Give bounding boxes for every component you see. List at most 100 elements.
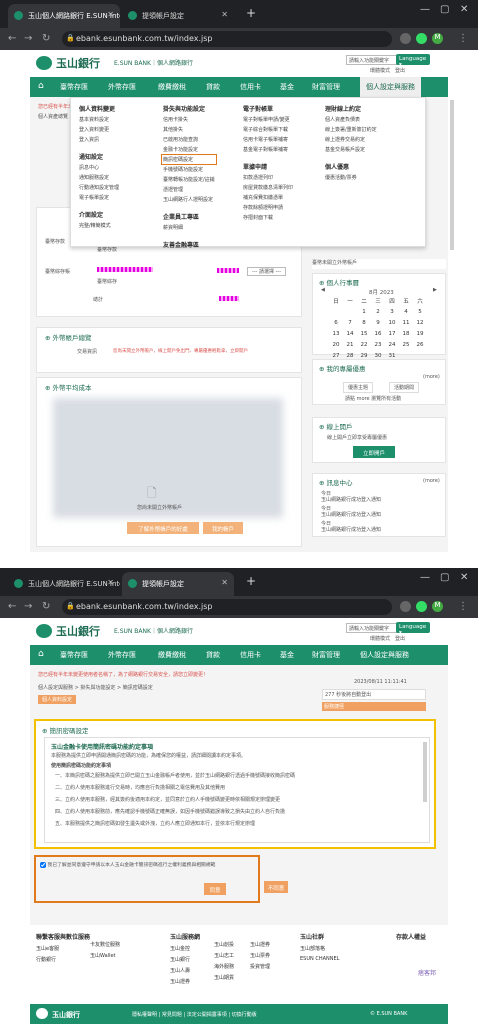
calendar-day[interactable]: 10 — [385, 317, 399, 328]
menu-item[interactable]: 信用卡掛失 — [163, 116, 215, 123]
menu-item[interactable]: 優惠活動/票券 — [325, 174, 377, 181]
footer-link[interactable]: 玉山志工 — [214, 952, 234, 959]
close-tab-icon[interactable]: ✕ — [221, 578, 228, 587]
footer-link[interactable]: 玉山部落格 — [300, 945, 339, 952]
footer-link[interactable]: 玉山票券 — [250, 952, 270, 959]
forex-warning[interactable]: 您尚未開立外幣帳戶，線上開戶免出門、專屬優惠輕鬆拿，立即開戶 — [113, 348, 248, 354]
profile-avatar[interactable]: M — [432, 33, 443, 44]
nav-fx[interactable]: 外幣存匯 — [108, 82, 136, 92]
logout-link[interactable]: 登出 — [395, 68, 405, 74]
nav-card[interactable]: 信用卡 — [240, 650, 261, 660]
terms-box[interactable]: 玉山金融卡使用簡訊密碼功能約定事項 本服務為提供立即申請開通簡訊密碼的功能，為確… — [44, 737, 430, 843]
browser-tab-active[interactable]: 提領帳戶設定 ✕ — [122, 572, 234, 596]
footer-link[interactable]: 行動銀行 — [36, 956, 90, 963]
browser-tab-active[interactable]: 玉山個人網路銀行 E.SUN Intern✕ — [8, 4, 120, 28]
menu-item[interactable]: 登入資訊 — [79, 136, 119, 143]
menu-item[interactable]: 存款餘額證明申請 — [243, 204, 293, 211]
calendar-day[interactable]: 14 — [343, 328, 357, 339]
mode-link[interactable]: 環體模式 — [370, 636, 390, 642]
calendar-day[interactable]: 3 — [385, 306, 399, 317]
menu-item[interactable]: 憑證管理 — [163, 186, 215, 193]
action-select[interactable]: --- 請選擇 --- — [247, 267, 287, 276]
nav-settings[interactable]: 個人設定與服務 — [360, 650, 409, 660]
extension-icon[interactable] — [400, 33, 411, 44]
footer-link[interactable]: 投資管理 — [250, 963, 270, 970]
footer-link[interactable]: 玉山人壽 — [170, 967, 200, 974]
calendar-day[interactable]: 15 — [357, 328, 371, 339]
nav-fund[interactable]: 基金 — [280, 650, 294, 660]
footer-link[interactable]: 玉山證券 — [170, 978, 200, 985]
calendar-day[interactable]: 11 — [399, 317, 413, 328]
calendar-day[interactable]: 18 — [399, 328, 413, 339]
reload-icon[interactable]: ↻ — [42, 601, 50, 612]
menu-item[interactable]: 手機號碼功能設定 — [163, 166, 215, 173]
menu-icon[interactable]: ⋮ — [458, 33, 468, 44]
menu-item[interactable]: 已啟用功能查詢 — [163, 136, 215, 143]
forward-icon[interactable]: → — [24, 601, 32, 612]
menu-item[interactable]: 電子帳單設定 — [79, 194, 119, 201]
new-tab-icon[interactable]: + — [246, 6, 256, 20]
footer-link[interactable]: 玉山Wallet — [90, 952, 120, 959]
menu-item[interactable]: 線上證券交易約定 — [325, 136, 377, 143]
back-icon[interactable]: ← — [8, 601, 16, 612]
calendar-day[interactable]: 21 — [343, 339, 357, 350]
quick-links-select[interactable]: 服務捷徑 — [322, 702, 426, 711]
footer-link[interactable]: 玉山銀行 — [170, 956, 200, 963]
menu-item[interactable]: 基金交易帳戶設定 — [325, 146, 377, 153]
agree-checkbox[interactable] — [40, 861, 46, 868]
forward-icon[interactable]: → — [24, 33, 32, 44]
calendar-day[interactable]: 17 — [385, 328, 399, 339]
calendar-day[interactable]: 16 — [371, 328, 385, 339]
logout-link[interactable]: 登出 — [395, 636, 405, 642]
calendar-day[interactable]: 8 — [357, 317, 371, 328]
menu-item[interactable]: 補充保費扣繳憑單 — [243, 194, 293, 201]
close-tab-icon[interactable]: ✕ — [107, 578, 114, 587]
new-tab-icon[interactable]: + — [246, 574, 256, 588]
calendar-day[interactable]: 22 — [357, 339, 371, 350]
terms-scrollbar[interactable] — [423, 742, 427, 802]
maximize-icon[interactable]: ▢ — [440, 4, 449, 15]
menu-item[interactable]: 玉山網路行人證明設定 — [163, 196, 215, 203]
nav-wealth[interactable]: 財富管理 — [312, 82, 340, 92]
reload-icon[interactable]: ↻ — [42, 33, 50, 44]
nav-fund[interactable]: 基金 — [280, 82, 294, 92]
calendar-day[interactable]: 2 — [371, 306, 385, 317]
browser-tab[interactable]: 提領帳戶設定 ✕ — [122, 4, 234, 28]
disagree-button[interactable]: 不同意 — [264, 881, 288, 893]
menu-item[interactable]: 金融卡功能設定 — [163, 146, 215, 153]
menu-item[interactable]: 線上簽署/重新簽訂約定 — [325, 126, 377, 133]
footer-link[interactable]: 玉山金控 — [170, 945, 200, 952]
footer-link[interactable]: 玉山e客服 — [36, 945, 90, 952]
browser-tab[interactable]: 玉山個人網路銀行 E.SUN Intern✕ — [8, 572, 120, 596]
minimize-icon[interactable]: — — [420, 572, 430, 583]
extension-icon[interactable] — [416, 33, 427, 44]
msg-text[interactable]: 玉山網路銀行成功登入通知 — [321, 526, 381, 533]
footer-link[interactable]: 玉山期貨 — [214, 974, 234, 981]
minimize-icon[interactable]: — — [420, 4, 430, 15]
open-now-button[interactable]: 立即開戶 — [353, 446, 395, 458]
calendar-day[interactable]: 23 — [371, 339, 385, 350]
home-icon[interactable]: ⌂ — [38, 81, 49, 92]
calendar-day[interactable]: 5 — [413, 306, 427, 317]
menu-item[interactable]: 房屋貸款繳息清單列印 — [243, 184, 293, 191]
menu-item[interactable]: 薪資明細 — [163, 224, 215, 231]
calendar-day[interactable]: 9 — [371, 317, 385, 328]
menu-item[interactable]: 行動通知設定管理 — [79, 184, 119, 191]
nav-loan[interactable]: 貸款 — [206, 650, 220, 660]
language-button[interactable]: Language ▾ — [396, 622, 430, 636]
nav-fx[interactable]: 外幣存匯 — [108, 650, 136, 660]
calendar-day[interactable]: 24 — [385, 339, 399, 350]
calendar-day[interactable]: 1 — [357, 306, 371, 317]
menu-item[interactable]: 訊息中心 — [79, 164, 119, 171]
msg-text[interactable]: 玉山網路銀行成功登入通知 — [321, 496, 381, 503]
nav-pay[interactable]: 繳費繳稅 — [158, 650, 186, 660]
menu-item[interactable]: 通知服務設定 — [79, 174, 119, 181]
close-window-icon[interactable]: ✕ — [460, 572, 468, 583]
footer-link[interactable]: 卡友數位服務 — [90, 941, 120, 948]
profile-settings-button[interactable]: 個人資料設定 — [38, 695, 77, 704]
menu-item[interactable]: 扣款憑證列印 — [243, 174, 293, 181]
menu-item[interactable]: 完整/精簡模式 — [79, 222, 119, 229]
nav-settings[interactable]: 個人設定與服務 — [360, 77, 421, 97]
msg-more[interactable]: (more) — [423, 478, 440, 484]
offers-tab-theme[interactable]: 優惠主題 — [343, 382, 374, 393]
